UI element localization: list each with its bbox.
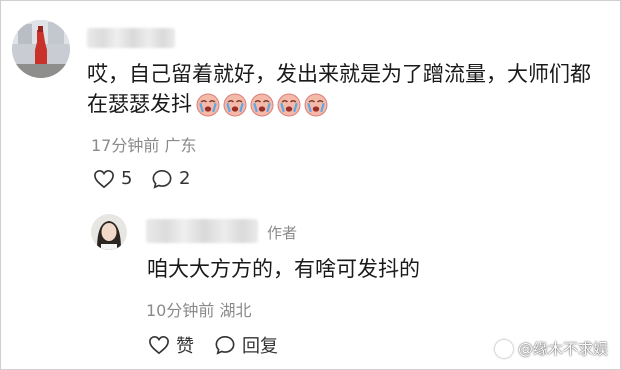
comment-thread: 哎，自己留着就好，发出来就是为了蹭流量，大师们都 在瑟瑟发抖 17分钟前 广东 … bbox=[0, 0, 621, 370]
comment-text-line2: 在瑟瑟发抖 bbox=[87, 89, 328, 119]
weeping-face-icon bbox=[250, 93, 274, 117]
heart-icon bbox=[149, 335, 169, 355]
comment-bubble-icon bbox=[215, 335, 235, 355]
reply-text: 咱大大方方的，有啥可发抖的 bbox=[147, 257, 420, 281]
comment-like-button[interactable]: 5 bbox=[93, 168, 132, 189]
weeping-face-icon bbox=[223, 93, 247, 117]
commenter-name-redacted[interactable] bbox=[87, 28, 175, 48]
author-name-redacted[interactable] bbox=[146, 219, 258, 243]
comment-like-count: 5 bbox=[121, 168, 133, 189]
author-avatar[interactable] bbox=[91, 214, 127, 250]
watermark-logo-icon bbox=[494, 339, 513, 358]
comment-bubble-icon bbox=[152, 169, 172, 189]
comment-reply-button[interactable]: 2 bbox=[151, 168, 190, 189]
commenter-avatar[interactable] bbox=[12, 20, 70, 78]
heart-icon bbox=[94, 169, 114, 188]
comment-reply-count: 2 bbox=[179, 168, 191, 189]
comment-meta: 17分钟前 广东 bbox=[91, 136, 197, 155]
reply-like-label: 赞 bbox=[176, 336, 194, 357]
weeping-face-icon bbox=[304, 93, 328, 117]
author-tag: 作者 bbox=[267, 224, 298, 242]
comment-text-line1: 哎，自己留着就好，发出来就是为了蹭流量，大师们都 bbox=[87, 62, 591, 86]
reply-reply-label: 回复 bbox=[242, 336, 278, 357]
watermark: @缘木不求娱 bbox=[494, 338, 608, 359]
weeping-face-icon bbox=[196, 93, 220, 117]
reply-meta: 10分钟前 湖北 bbox=[146, 301, 252, 320]
reply-reply-button[interactable]: 回复 bbox=[214, 332, 278, 358]
comment-text-line2-content: 在瑟瑟发抖 bbox=[87, 92, 192, 116]
weeping-face-icon bbox=[277, 93, 301, 117]
emoji-group bbox=[196, 93, 328, 117]
watermark-text: @缘木不求娱 bbox=[517, 340, 608, 358]
reply-like-button[interactable]: 赞 bbox=[148, 332, 194, 358]
